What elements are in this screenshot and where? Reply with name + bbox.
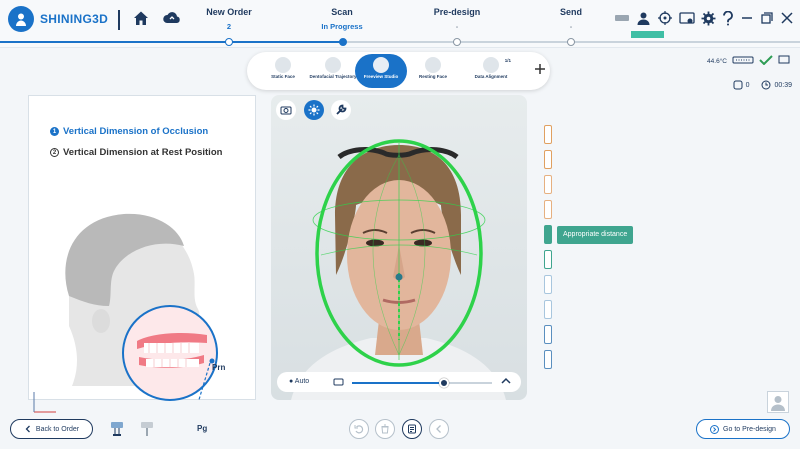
rotation-counter: 0 bbox=[733, 80, 749, 90]
scan-counters: 0 00:39 bbox=[733, 80, 792, 90]
profile-view-button[interactable] bbox=[767, 391, 789, 413]
scanner-head-icon[interactable] bbox=[109, 420, 125, 443]
tool-dentofacial-trajectory[interactable]: Dentofacial Trajectory bbox=[307, 54, 359, 88]
minimize-icon[interactable] bbox=[740, 11, 754, 25]
camera-controls: ● Auto bbox=[277, 372, 521, 392]
device-status-icon[interactable] bbox=[614, 12, 630, 24]
settings-wrench-button[interactable] bbox=[331, 100, 351, 120]
trash-icon bbox=[381, 424, 389, 434]
close-icon[interactable] bbox=[780, 11, 794, 25]
scan-timer: 00:39 bbox=[761, 80, 792, 90]
screen-settings-icon[interactable] bbox=[679, 11, 695, 26]
scanner-icon bbox=[732, 55, 754, 67]
undo-icon bbox=[354, 425, 364, 434]
step-pre-design[interactable]: Pre-design - bbox=[412, 7, 502, 31]
rotate-icon bbox=[733, 80, 743, 90]
distance-segment bbox=[544, 275, 552, 294]
temperature-value: 44.6°C bbox=[707, 57, 727, 65]
notes-button[interactable] bbox=[402, 419, 422, 439]
tool-resting-face[interactable]: Resting Face bbox=[407, 54, 459, 88]
logo-icon bbox=[8, 6, 34, 32]
logo: SHINING3D bbox=[8, 6, 108, 32]
delete-button[interactable] bbox=[375, 419, 395, 439]
tool-data-alignment[interactable]: Data Alignment 1/1 bbox=[465, 54, 517, 88]
home-icon[interactable] bbox=[132, 9, 150, 32]
monitor-icon bbox=[778, 55, 790, 67]
step-new-order[interactable]: New Order 2 bbox=[184, 7, 274, 31]
distance-tooltip: Appropriate distance bbox=[557, 226, 634, 244]
cloud-sync-icon[interactable] bbox=[162, 10, 182, 31]
guide-item-rest-position[interactable]: 2 Vertical Dimension at Rest Position bbox=[50, 147, 222, 158]
previous-button[interactable] bbox=[429, 419, 449, 439]
connected-check-icon bbox=[759, 55, 773, 67]
brightness-slider-thumb[interactable] bbox=[439, 378, 450, 388]
distance-segment bbox=[544, 300, 552, 319]
alignment-icon bbox=[483, 57, 499, 73]
calibration-tool-icon[interactable] bbox=[139, 420, 155, 443]
step-send[interactable]: Send - bbox=[526, 7, 616, 31]
add-scan-button[interactable] bbox=[534, 62, 546, 78]
face-icon bbox=[275, 57, 291, 73]
step-scan[interactable]: Scan In Progress bbox=[297, 7, 387, 31]
trajectory-icon bbox=[325, 57, 341, 73]
chevron-left-icon bbox=[436, 425, 441, 433]
distance-segment bbox=[544, 200, 552, 219]
prn-label: Prn bbox=[212, 363, 226, 372]
person-icon bbox=[771, 396, 785, 411]
back-to-order-button[interactable]: Back to Order bbox=[10, 419, 93, 439]
step-node-scan bbox=[339, 38, 347, 46]
resting-face-icon bbox=[425, 57, 441, 73]
step-node-pre-design bbox=[453, 38, 461, 46]
restore-icon[interactable] bbox=[760, 11, 774, 25]
gear-icon[interactable] bbox=[701, 11, 716, 26]
progress-fill bbox=[0, 41, 343, 43]
target-icon[interactable] bbox=[657, 10, 673, 26]
device-status: 44.6°C bbox=[707, 55, 790, 67]
help-icon[interactable] bbox=[722, 10, 734, 26]
step-node-new-order bbox=[225, 38, 233, 46]
scan-mode-toolbar: Static Face Dentofacial Trajectory Freev… bbox=[247, 52, 550, 90]
studio-face-icon bbox=[373, 57, 389, 73]
tool-static-face[interactable]: Static Face bbox=[257, 54, 309, 88]
face-preview-image bbox=[291, 139, 506, 400]
logo-text: SHINING3D bbox=[40, 12, 109, 26]
wrench-icon bbox=[336, 104, 347, 115]
top-bar: SHINING3D New Order 2 Scan In Progress P… bbox=[0, 0, 800, 48]
guide-panel: 1 Vertical Dimension of Occlusion 2 Vert… bbox=[28, 95, 256, 433]
brightness-icon bbox=[333, 377, 345, 389]
alignment-badge: 1/1 bbox=[504, 58, 511, 63]
distance-segment bbox=[544, 175, 552, 194]
notes-icon bbox=[408, 424, 416, 434]
distance-segment bbox=[544, 150, 552, 169]
user-icon[interactable] bbox=[636, 11, 651, 26]
guide-item-occlusion[interactable]: 1 Vertical Dimension of Occlusion bbox=[50, 126, 208, 137]
distance-segment-active bbox=[544, 225, 552, 244]
step-node-send bbox=[567, 38, 575, 46]
divider bbox=[118, 10, 120, 30]
chevron-left-icon bbox=[25, 425, 30, 433]
device-indicator-bar bbox=[631, 31, 664, 38]
tool-freeview-studio[interactable]: Freeview Studio bbox=[355, 54, 407, 88]
window-controls bbox=[614, 10, 794, 26]
clock-icon bbox=[761, 80, 771, 90]
undo-button[interactable] bbox=[349, 419, 369, 439]
distance-segment bbox=[544, 325, 552, 344]
lighting-toggle-button[interactable] bbox=[304, 100, 324, 120]
chevron-up-icon[interactable] bbox=[501, 377, 511, 387]
pg-label: Pg bbox=[197, 424, 208, 433]
brightness-slider-fill bbox=[352, 382, 445, 384]
arrow-right-circle-icon bbox=[710, 424, 720, 434]
axis-indicator-icon bbox=[33, 392, 56, 413]
sun-icon bbox=[308, 104, 320, 116]
go-to-pre-design-button[interactable]: Go to Pre-design bbox=[696, 419, 790, 439]
distance-segment bbox=[544, 125, 552, 144]
camera-capture-button[interactable] bbox=[276, 100, 296, 120]
camera-icon bbox=[280, 106, 292, 115]
camera-preview[interactable]: ● Auto bbox=[271, 95, 527, 400]
auto-exposure-toggle[interactable]: ● Auto bbox=[289, 378, 309, 385]
distance-segment bbox=[544, 250, 552, 269]
distance-segment bbox=[544, 350, 552, 369]
